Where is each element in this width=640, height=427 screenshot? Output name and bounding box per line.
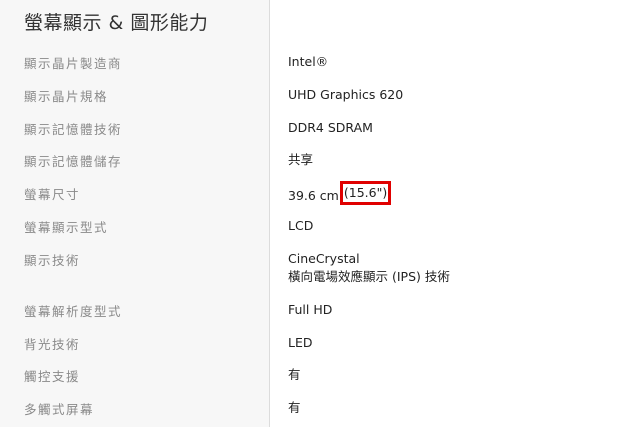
spec-value: 有 <box>288 400 301 415</box>
section-title: 螢幕顯示 & 圖形能力 <box>24 12 209 34</box>
spec-label: 觸控支援 <box>24 369 81 384</box>
spec-value: LED <box>288 335 313 350</box>
spec-label: 顯示技術 <box>24 253 81 268</box>
spec-value: 有 <box>288 367 301 382</box>
spec-value-line: 橫向電場效應顯示 (IPS) 技術 <box>288 269 450 284</box>
spec-label: 多觸式屏幕 <box>24 402 95 417</box>
spec-label: 顯示記憶體儲存 <box>24 154 123 169</box>
spec-value: DDR4 SDRAM <box>288 120 373 135</box>
spec-label: 背光技術 <box>24 337 81 352</box>
screen-size-cm: 39.6 cm <box>288 188 339 203</box>
spec-value: CineCrystal 橫向電場效應顯示 (IPS) 技術 <box>288 250 450 286</box>
spec-value: UHD Graphics 620 <box>288 87 404 102</box>
spec-label: 螢幕尺寸 <box>24 187 81 202</box>
spec-label: 螢幕解析度型式 <box>24 304 123 319</box>
spec-value-line: CineCrystal <box>288 251 360 266</box>
screen-size-inch-highlight: (15.6") <box>339 181 392 205</box>
spec-value: LCD <box>288 218 314 233</box>
spec-value: 39.6 cm (15.6") <box>288 181 392 208</box>
spec-value: Full HD <box>288 302 333 317</box>
spec-label: 螢幕顯示型式 <box>24 220 109 235</box>
spec-value: Intel® <box>288 54 329 69</box>
spec-label: 顯示晶片規格 <box>24 89 109 104</box>
spec-label: 顯示記憶體技術 <box>24 122 123 137</box>
spec-value: 共享 <box>288 152 314 167</box>
spec-label: 顯示晶片製造商 <box>24 56 123 71</box>
